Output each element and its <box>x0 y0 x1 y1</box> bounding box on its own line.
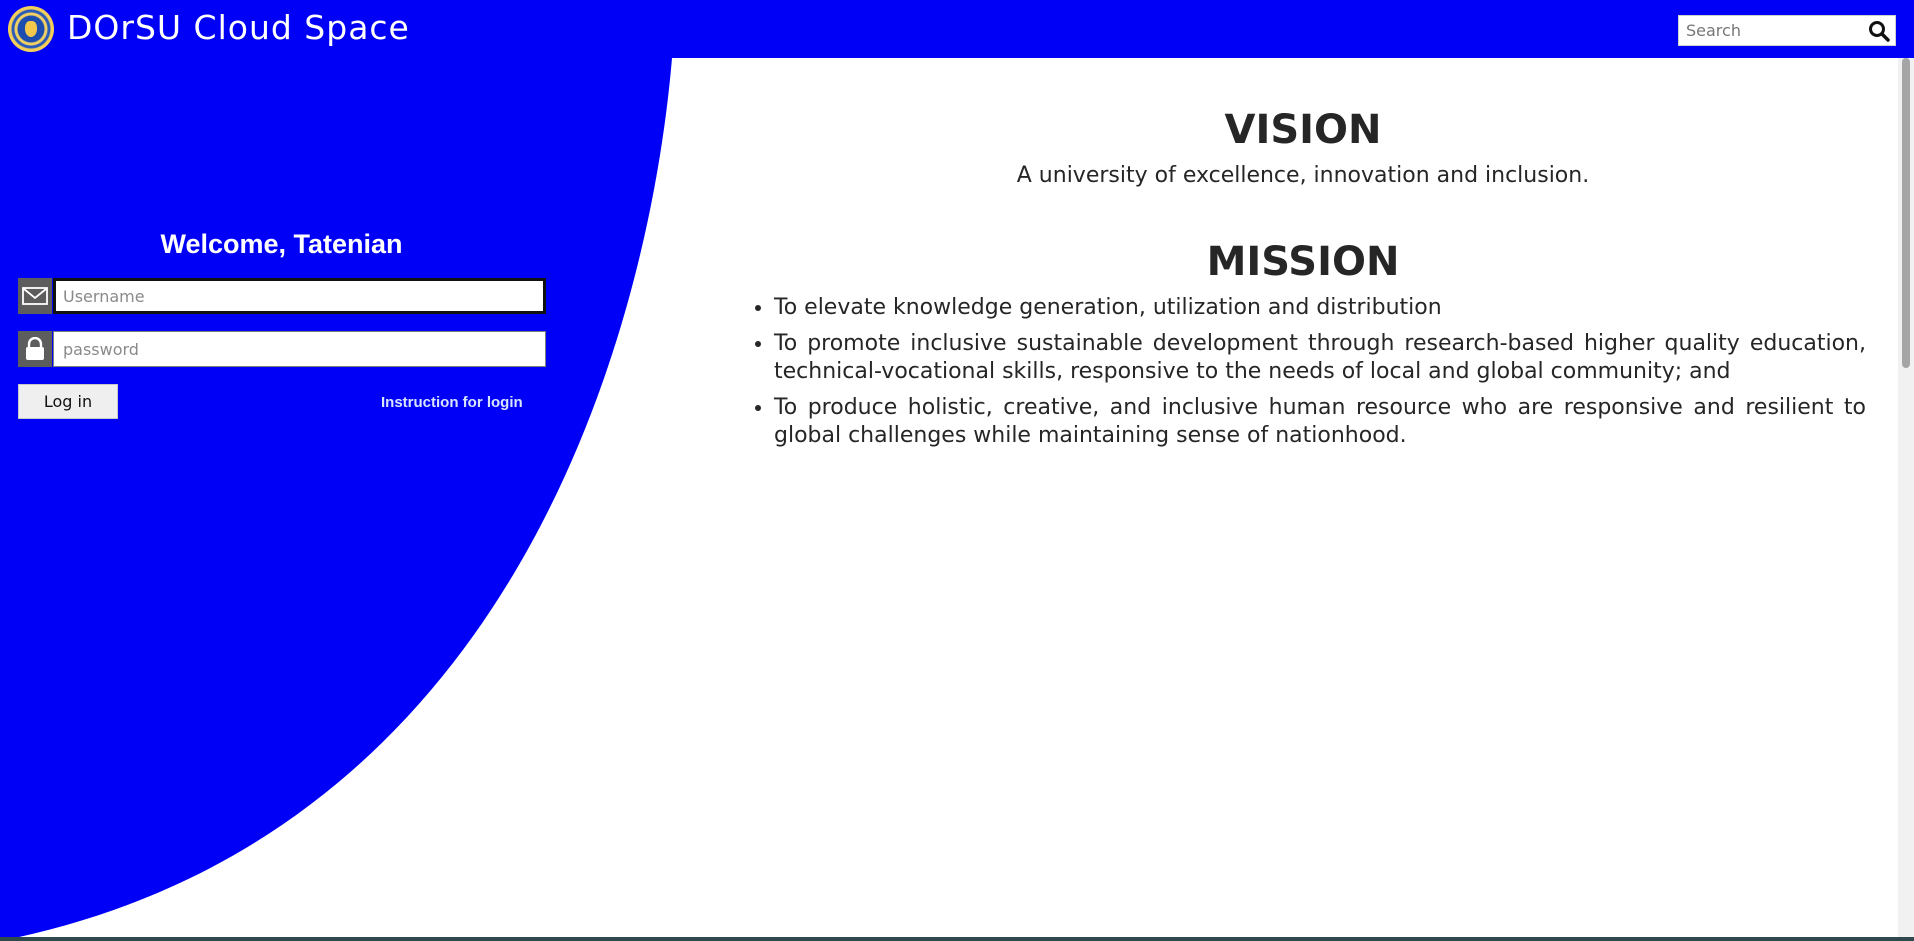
login-background <box>0 58 672 941</box>
search-icon <box>1869 20 1890 42</box>
search-box <box>1678 15 1896 46</box>
login-button[interactable]: Log in <box>18 384 118 419</box>
search-button[interactable] <box>1865 17 1893 44</box>
mission-heading: MISSION <box>1206 239 1400 285</box>
site-title: DOrSU Cloud Space <box>67 8 410 47</box>
password-input[interactable] <box>53 331 546 367</box>
mission-item: To promote inclusive sustainable develop… <box>774 330 1866 386</box>
instruction-link[interactable]: Instruction for login <box>381 394 523 411</box>
username-input[interactable] <box>53 278 546 314</box>
welcome-heading: Welcome, Tatenian <box>160 229 403 259</box>
university-seal-icon <box>8 6 54 52</box>
mission-item: To produce holistic, creative, and inclu… <box>774 394 1866 450</box>
vision-text: A university of excellence, innovation a… <box>1016 163 1590 188</box>
mail-icon <box>18 278 52 314</box>
vision-heading: VISION <box>1224 107 1382 153</box>
bottom-taskbar-strip <box>0 937 1914 941</box>
vision-mission-section: VISION A university of excellence, innov… <box>740 102 1866 458</box>
lock-icon <box>18 331 52 367</box>
username-field <box>18 278 546 314</box>
search-input[interactable] <box>1679 16 1859 45</box>
top-header: DOrSU Cloud Space <box>0 0 1914 58</box>
password-field <box>18 331 546 367</box>
scrollbar-thumb[interactable] <box>1902 58 1910 368</box>
mission-item: To elevate knowledge generation, utiliza… <box>774 294 1866 322</box>
mission-list: To elevate knowledge generation, utiliza… <box>740 294 1866 450</box>
